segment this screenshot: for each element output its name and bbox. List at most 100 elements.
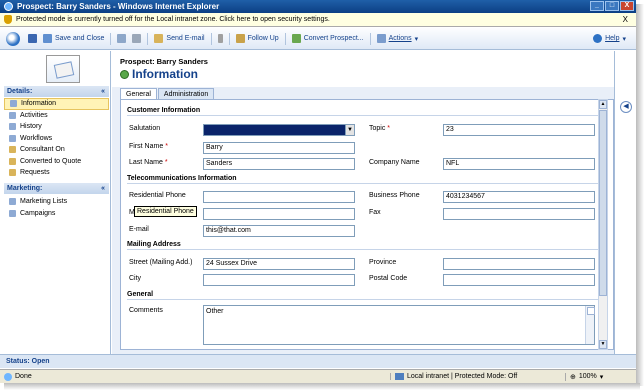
business-phone-label: Business Phone (369, 192, 420, 199)
nav-item-workflows[interactable]: Workflows (4, 133, 109, 145)
convert-prospect-button[interactable]: Convert Prospect... (291, 34, 364, 43)
toolbar-separator (228, 32, 230, 45)
security-infobar[interactable]: Protected mode is currently turned off f… (0, 13, 636, 27)
nav-item-campaigns[interactable]: Campaigns (4, 208, 109, 220)
crm-logo-icon (6, 31, 20, 46)
nav-item-label: Campaigns (20, 209, 56, 217)
information-icon (120, 69, 129, 79)
nav-item-requests[interactable]: Requests (4, 167, 109, 179)
paperclip-button[interactable] (217, 34, 223, 43)
toolbar-separator (284, 32, 286, 45)
postal-code-field[interactable] (443, 274, 595, 286)
chevron-down-icon[interactable]: ▼ (345, 125, 354, 135)
help-icon (593, 34, 603, 43)
collapse-chevron-icon[interactable]: « (101, 88, 105, 95)
zoom-control[interactable]: ⊕ 100% ▾ (565, 372, 604, 381)
toolbar-separator (147, 32, 149, 45)
company-name-field[interactable]: NFL (443, 158, 595, 170)
nav-item-activities[interactable]: Activities (4, 110, 109, 122)
section-telecommunications: Telecommunications Information (127, 175, 605, 184)
nav-item-converted-to-quote[interactable]: Converted to Quote (4, 156, 109, 168)
nav-item-consultant-on[interactable]: Consultant On (4, 144, 109, 156)
company-name-label: Company Name (369, 159, 420, 166)
actions-menu-button[interactable]: Actions ▾ (376, 34, 418, 43)
scroll-up-icon[interactable]: ▲ (599, 100, 607, 109)
marketing-nav-header[interactable]: Marketing: « (4, 183, 109, 194)
load-status: Done (0, 372, 390, 381)
tab-administration[interactable]: Administration (157, 88, 215, 99)
follow-up-button[interactable]: Follow Up (235, 34, 279, 43)
business-phone-field[interactable]: 4031234567 (443, 191, 595, 203)
city-field[interactable] (203, 274, 355, 286)
collapse-chevron-icon[interactable]: « (101, 185, 105, 192)
floppy-disk-icon (28, 34, 37, 43)
details-nav-list: Information Activities History Workflows… (4, 98, 109, 179)
security-zone[interactable]: Local intranet | Protected Mode: Off (390, 373, 565, 380)
help-label: Help (605, 35, 620, 42)
infobar-close-icon[interactable]: X (623, 15, 628, 24)
comments-textarea[interactable]: Other (203, 305, 595, 345)
marketing-lists-icon (9, 198, 16, 206)
postal-code-label: Postal Code (369, 275, 408, 282)
province-field[interactable] (443, 258, 595, 270)
first-name-label: First Name * (129, 143, 168, 150)
scroll-down-icon[interactable]: ▼ (599, 340, 607, 349)
minimize-button[interactable]: _ (590, 1, 604, 11)
window-titlebar: Prospect: Barry Sanders - Windows Intern… (0, 0, 636, 13)
comments-label: Comments (129, 307, 163, 314)
send-email-label: Send E-mail (166, 35, 205, 42)
nav-item-label: Information (21, 100, 57, 108)
form-scrollbar[interactable]: ▲ ▼ (598, 99, 608, 350)
activities-icon (9, 111, 16, 119)
salutation-select[interactable]: ▼ (203, 124, 355, 136)
street-field[interactable]: 24 Sussex Drive (203, 258, 355, 270)
fax-field[interactable] (443, 208, 595, 220)
window-shadow (4, 383, 640, 390)
campaigns-icon (9, 209, 16, 217)
attach-icon (117, 34, 127, 43)
email-label: E-mail (129, 226, 149, 233)
save-icon-button[interactable] (28, 34, 37, 43)
main-content: Prospect: Barry Sanders Information Gene… (112, 51, 636, 354)
section-customer-information: Customer Information (127, 107, 605, 116)
browser-status-bar: Done Local intranet | Protected Mode: Of… (0, 369, 636, 383)
information-icon (10, 100, 17, 108)
chevron-down-icon: ▾ (599, 373, 604, 381)
page-title: Information (120, 67, 198, 81)
nav-item-information[interactable]: Information (4, 98, 109, 110)
section-general: General (127, 291, 605, 300)
comments-scrollbar[interactable] (585, 306, 595, 344)
comments-value: Other (206, 308, 224, 315)
print-button[interactable] (132, 34, 142, 43)
envelope-icon (154, 34, 164, 43)
tab-general[interactable]: General (120, 88, 157, 99)
toolbar-separator (369, 32, 371, 45)
infobar-text[interactable]: Protected mode is currently turned off f… (16, 16, 330, 23)
scroll-thumb[interactable] (599, 110, 607, 296)
first-name-field[interactable]: Barry (203, 142, 355, 154)
nav-item-marketing-lists[interactable]: Marketing Lists (4, 196, 109, 208)
last-name-field[interactable]: Sanders (203, 158, 355, 170)
intranet-icon (395, 373, 404, 380)
maximize-button[interactable]: □ (605, 1, 619, 11)
record-status-bar: Status: Open (0, 354, 636, 368)
workflows-icon (9, 134, 16, 142)
window-title: Prospect: Barry Sanders - Windows Intern… (17, 2, 220, 11)
salutation-label: Salutation (129, 125, 161, 132)
close-window-button[interactable]: X (620, 1, 634, 11)
help-menu-button[interactable]: Help ▾ (593, 34, 626, 43)
mobile-phone-field[interactable] (203, 208, 355, 220)
save-and-close-button[interactable]: Save and Close (43, 34, 104, 43)
topic-field[interactable]: 23 (443, 124, 595, 136)
nav-item-history[interactable]: History (4, 121, 109, 133)
details-nav-header[interactable]: Details: « (4, 86, 109, 97)
send-email-button[interactable]: Send E-mail (154, 34, 205, 43)
save-close-icon (43, 34, 52, 43)
attach-button[interactable] (117, 34, 127, 43)
right-collapse-pane: ◀ (614, 51, 636, 354)
chevron-down-icon: ▾ (622, 35, 626, 43)
expand-arrow-icon[interactable]: ◀ (620, 101, 632, 113)
follow-up-icon (235, 34, 245, 43)
residential-phone-field[interactable] (203, 191, 355, 203)
email-field[interactable]: this@that.com (203, 225, 355, 237)
